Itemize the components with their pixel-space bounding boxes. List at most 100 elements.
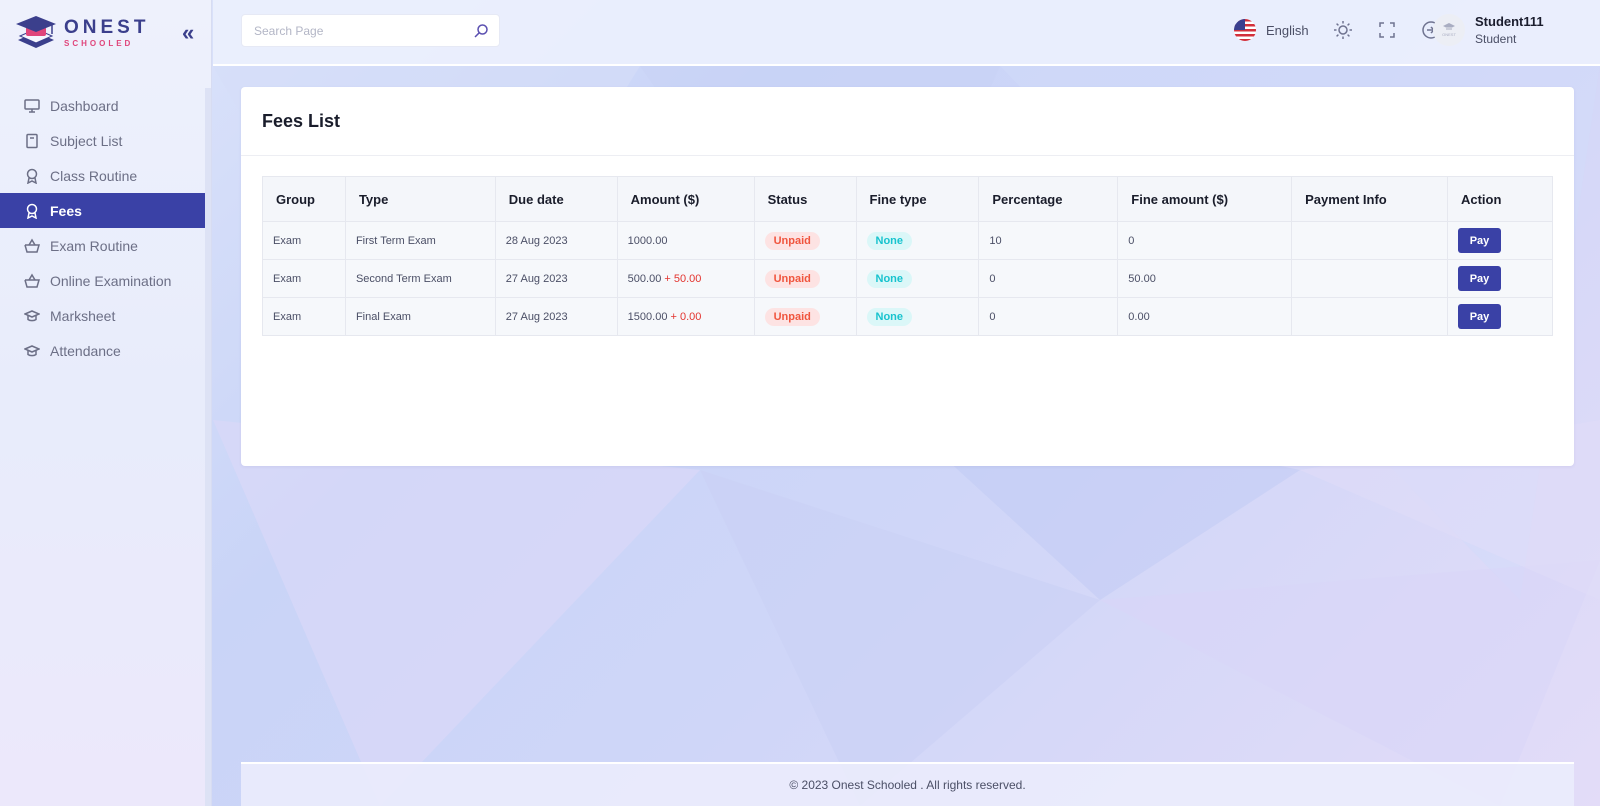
sidebar-item-dashboard[interactable]: Dashboard (0, 88, 206, 123)
search-input[interactable] (242, 15, 452, 46)
footer: © 2023 Onest Schooled . All rights reser… (241, 762, 1574, 806)
cell-percentage: 10 (978, 221, 1119, 260)
fine-type-badge: None (866, 307, 912, 326)
cell-type: Second Term Exam (344, 259, 496, 298)
sidebar-item-marksheet[interactable]: Marksheet (0, 298, 206, 333)
cell-action: Pay (1446, 221, 1554, 260)
avatar: ONEST (1433, 14, 1465, 46)
monitor-icon (24, 98, 40, 114)
cell-payment-info (1291, 259, 1448, 298)
status-badge: Unpaid (764, 269, 820, 288)
user-menu[interactable]: ONEST Student111 Student (1433, 14, 1544, 46)
pay-button[interactable]: Pay (1457, 228, 1501, 253)
sidebar-item-label: Dashboard (50, 97, 119, 114)
status-badge: Unpaid (764, 231, 820, 250)
brand-subtitle: SCHOOLED (64, 39, 134, 48)
table-header-row: Group Type Due date Amount ($) Status Fi… (262, 176, 1554, 222)
column-header-due-date: Due date (494, 176, 618, 222)
language-label: English (1266, 22, 1309, 38)
column-header-amount: Amount ($) (616, 176, 755, 222)
sidebar-item-subject-list[interactable]: Subject List (0, 123, 206, 158)
column-header-status: Status (753, 176, 857, 222)
status-badge: Unpaid (764, 307, 820, 326)
cell-fine-amount: 0.00 (1117, 297, 1293, 336)
graduation-cap-icon (24, 343, 40, 359)
cell-amount: 1000.00 (616, 221, 755, 260)
sidebar-item-label: Online Examination (50, 272, 172, 289)
us-flag-icon (1234, 19, 1256, 41)
fine-type-badge: None (866, 231, 912, 250)
fullscreen-icon[interactable] (1377, 20, 1397, 40)
basket-icon (24, 238, 40, 254)
sidebar-item-fees[interactable]: Fees (0, 193, 206, 228)
fine-type-badge: None (866, 269, 912, 288)
fine-addition: + 0.00 (670, 310, 702, 323)
basket-icon (24, 273, 40, 289)
search-icon[interactable] (473, 23, 489, 44)
cell-group: Exam (262, 221, 346, 260)
sidebar-item-label: Marksheet (50, 307, 116, 324)
cell-fine-type: None (855, 297, 980, 336)
table-row: Exam Final Exam 27 Aug 2023 1500.00 + 0.… (262, 297, 1554, 336)
pay-button[interactable]: Pay (1457, 304, 1501, 329)
sidebar: ONEST SCHOOLED « Dashboard Subject List … (0, 0, 212, 806)
table-row: Exam Second Term Exam 27 Aug 2023 500.00… (262, 259, 1554, 298)
cell-type: Final Exam (344, 297, 496, 336)
language-selector[interactable]: English (1234, 19, 1309, 41)
fine-addition: + 50.00 (664, 272, 702, 285)
theme-toggle-sun-icon[interactable] (1333, 20, 1353, 40)
graduation-cap-icon (24, 308, 40, 324)
sidebar-item-online-examination[interactable]: Online Examination (0, 263, 206, 298)
award-icon (24, 168, 40, 184)
cell-percentage: 0 (978, 297, 1119, 336)
page-title: Fees List (262, 110, 341, 131)
cell-fine-type: None (855, 259, 980, 298)
sidebar-scrollbar[interactable] (205, 88, 211, 806)
copyright-text: © 2023 Onest Schooled . All rights reser… (789, 778, 1026, 792)
cell-action: Pay (1446, 259, 1554, 298)
brand-name: ONEST (64, 17, 150, 38)
fees-list-card: Fees List Group Type Due date Amount ($)… (241, 87, 1574, 466)
cell-fine-amount: 50.00 (1117, 259, 1293, 298)
award-icon (24, 203, 40, 219)
cell-status: Unpaid (753, 297, 857, 336)
cell-action: Pay (1446, 297, 1554, 336)
sidebar-item-attendance[interactable]: Attendance (0, 333, 206, 368)
table-row: Exam First Term Exam 28 Aug 2023 1000.00… (262, 221, 1554, 260)
cell-payment-info (1291, 221, 1448, 260)
column-header-payment-info: Payment Info (1291, 176, 1448, 222)
sidebar-item-exam-routine[interactable]: Exam Routine (0, 228, 206, 263)
column-header-percentage: Percentage (978, 176, 1119, 222)
amount-value: 1500.00 (627, 310, 668, 323)
fees-table: Group Type Due date Amount ($) Status Fi… (262, 176, 1554, 336)
brand-logo[interactable]: ONEST SCHOOLED (14, 14, 149, 52)
cell-fine-amount: 0 (1117, 221, 1293, 260)
card-header: Fees List (241, 87, 1574, 156)
sidebar-item-label: Exam Routine (50, 237, 138, 254)
avatar-text: ONEST (1442, 32, 1456, 37)
sidebar-nav: Dashboard Subject List Class Routine Fee… (0, 88, 206, 368)
cell-group: Exam (262, 259, 346, 298)
column-header-type: Type (344, 176, 496, 222)
search-box (241, 14, 500, 47)
column-header-fine-type: Fine type (855, 176, 980, 222)
sidebar-item-class-routine[interactable]: Class Routine (0, 158, 206, 193)
cell-status: Unpaid (753, 259, 857, 298)
pay-button[interactable]: Pay (1457, 266, 1501, 291)
cell-amount: 1500.00 + 0.00 (616, 297, 755, 336)
user-role: Student (1475, 32, 1517, 46)
collapse-sidebar-button[interactable]: « (182, 22, 194, 44)
topbar: English ONEST Student111 Student (213, 0, 1600, 66)
sidebar-item-label: Subject List (50, 132, 123, 149)
user-name: Student111 (1475, 14, 1544, 29)
amount-value: 1000.00 (627, 234, 668, 247)
cell-amount: 500.00 + 50.00 (616, 259, 755, 298)
amount-value: 500.00 (627, 272, 662, 285)
column-header-action: Action (1446, 176, 1554, 222)
cell-due-date: 28 Aug 2023 (494, 221, 618, 260)
cell-type: First Term Exam (344, 221, 496, 260)
sidebar-item-label: Fees (50, 202, 82, 219)
logo-icon (16, 16, 56, 48)
cell-percentage: 0 (978, 259, 1119, 298)
cell-status: Unpaid (753, 221, 857, 260)
